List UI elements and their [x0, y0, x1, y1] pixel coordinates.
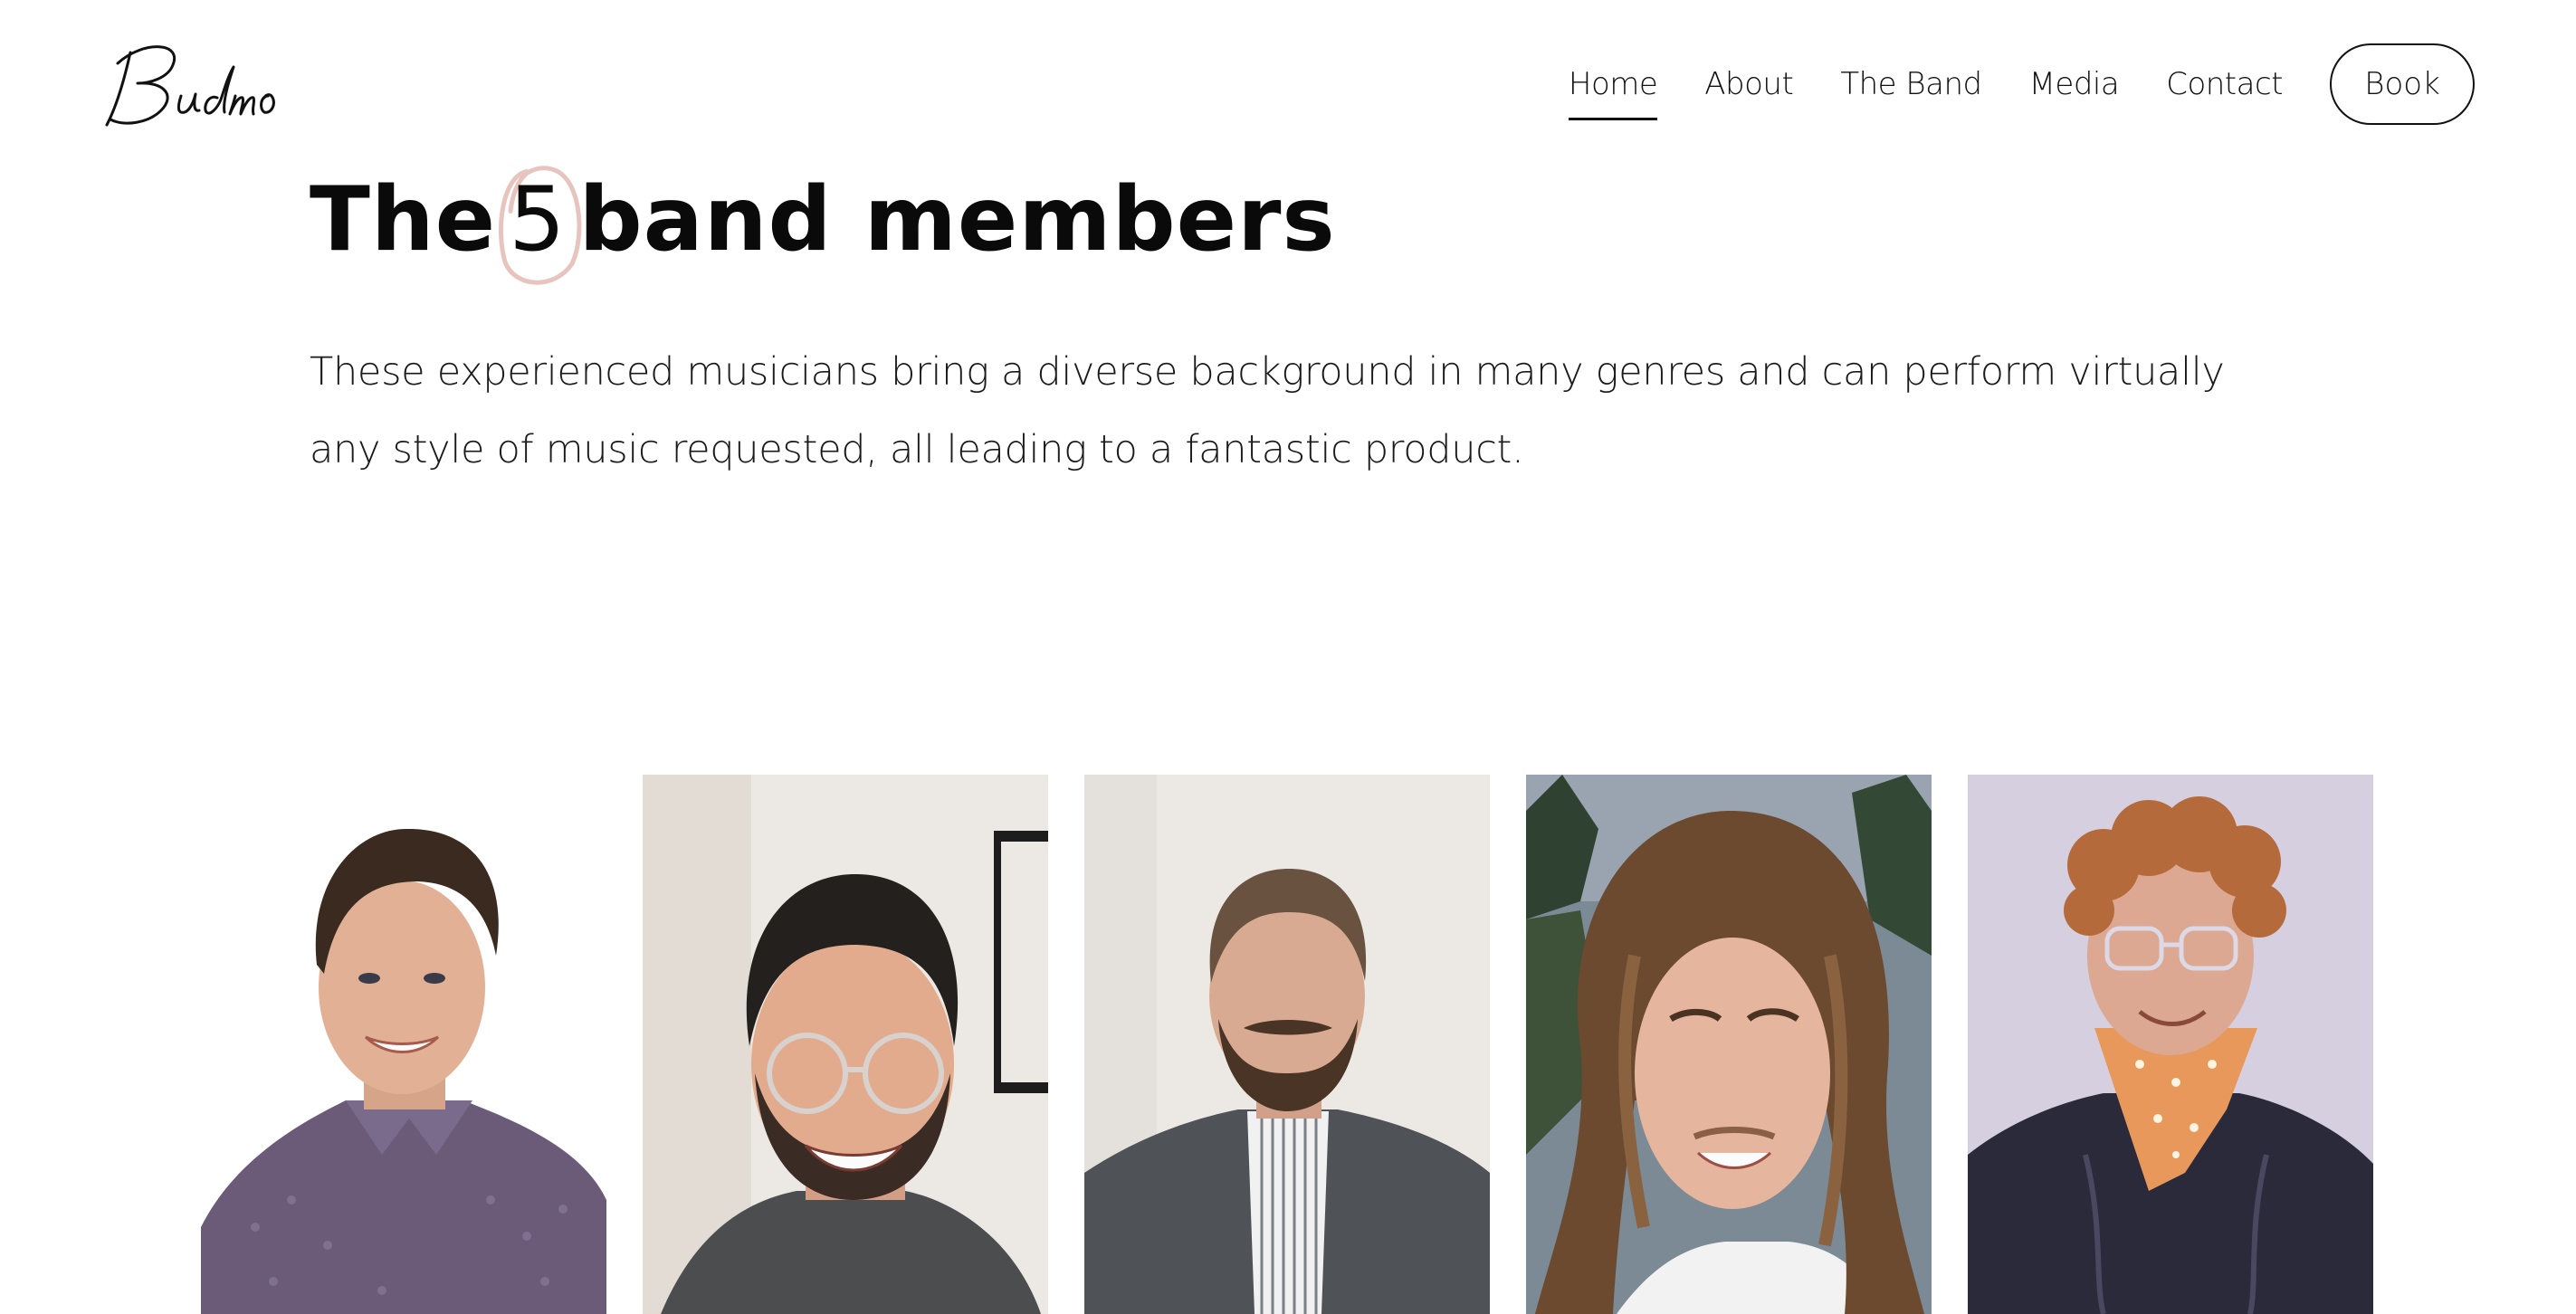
portrait-image	[1084, 775, 1490, 1314]
member-4-photo[interactable]	[1526, 775, 1932, 1314]
member-3-photo[interactable]	[1084, 775, 1490, 1314]
title-number: 5	[509, 168, 567, 271]
page-title: The 5 band members	[310, 161, 1336, 285]
portrait-image	[1526, 775, 1932, 1314]
intro-text: These experienced musicians bring a dive…	[310, 349, 2225, 472]
nav-contact[interactable]: Contact	[2166, 66, 2283, 102]
title-number-wrap: 5	[496, 161, 582, 285]
nav-home[interactable]: Home	[1568, 66, 1658, 120]
nav-about[interactable]: About	[1704, 66, 1794, 102]
portrait-image	[643, 775, 1048, 1314]
page: Budmo Home About The Band Media Contact …	[0, 0, 2576, 1314]
member-1-photo[interactable]	[201, 775, 606, 1314]
portrait-image	[201, 775, 606, 1314]
title-prefix: The	[310, 168, 497, 271]
title-suffix: band members	[578, 168, 1336, 271]
member-5-photo[interactable]	[1968, 775, 2373, 1314]
logo-script-mark	[105, 45, 275, 127]
member-gallery	[0, 775, 2576, 1314]
member-2-photo[interactable]	[643, 775, 1048, 1314]
nav-the-band[interactable]: The Band	[1840, 66, 1982, 102]
portrait-image	[1968, 775, 2373, 1314]
book-button[interactable]: Book	[2330, 43, 2475, 125]
logo[interactable]: Budmo	[98, 36, 288, 136]
nav-media[interactable]: Media	[2029, 66, 2120, 102]
main-nav: Home About The Band Media Contact Book	[1568, 42, 2475, 127]
